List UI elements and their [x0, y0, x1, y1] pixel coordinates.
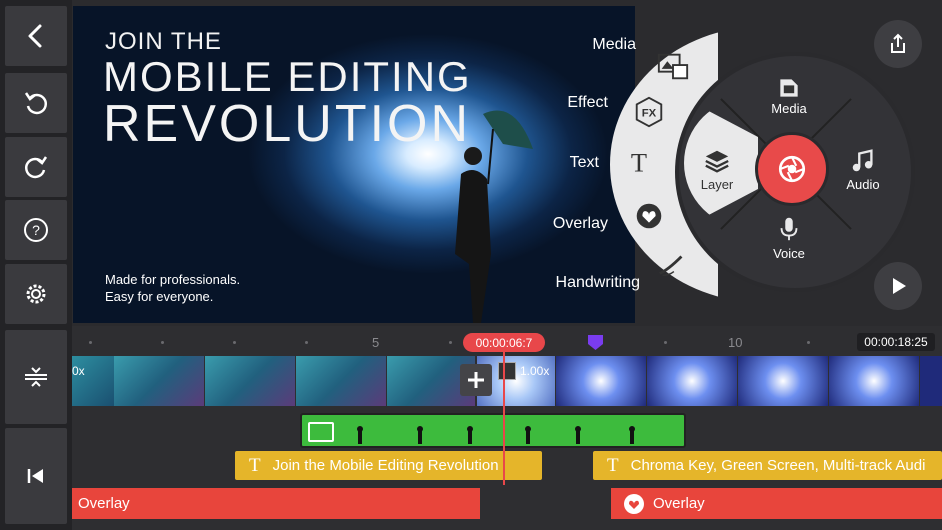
play-icon [893, 278, 906, 294]
film-clip-icon [498, 362, 516, 380]
text-t-icon[interactable]: T [621, 144, 657, 180]
play-button[interactable] [874, 262, 922, 310]
camera-shutter-icon [778, 155, 806, 183]
text-layer-label: Join the Mobile Editing Revolution [272, 457, 499, 474]
text-layer-clip[interactable]: T Join the Mobile Editing Revolution [235, 451, 542, 480]
redo-icon [24, 156, 48, 179]
ruler-mark-10: 10 [728, 335, 743, 350]
help-button[interactable]: ? [5, 200, 67, 260]
back-button[interactable] [5, 6, 67, 66]
overlay-sticker-icon [624, 493, 644, 514]
ruler-tick [233, 341, 236, 344]
wheel-layer-label[interactable]: Layer [677, 177, 757, 192]
ruler-tick [161, 341, 164, 344]
wheel-media-label[interactable]: Media [749, 101, 829, 116]
marker-bookmark-icon[interactable] [587, 334, 604, 351]
settings-button[interactable] [5, 264, 67, 324]
video-thumbnail [920, 356, 942, 406]
layer-stack-icon[interactable] [697, 146, 737, 176]
menu-text-label[interactable]: Text [479, 154, 599, 172]
back-arrow-icon [28, 24, 42, 48]
clip-speed-right: 1.00x [520, 364, 550, 378]
current-time-indicator[interactable]: 00:00:06:7 [463, 333, 545, 352]
preview-headline-1: JOIN THE [105, 28, 222, 55]
clip-speed-left: 0x [72, 364, 85, 378]
overlay-layer-label: Overlay [78, 495, 130, 512]
total-duration: 00:00:18:25 [857, 333, 935, 351]
video-thumbnail [556, 356, 646, 406]
green-screen-thumbnails [357, 426, 635, 444]
svg-text:FX: FX [642, 108, 657, 120]
jump-to-start-button[interactable] [5, 428, 67, 524]
overlay-sticker-icon[interactable] [631, 198, 667, 234]
add-clip-button[interactable] [460, 364, 492, 396]
video-thumbnail [647, 356, 737, 406]
text-layer-label: Chroma Key, Green Screen, Multi-track Au… [630, 457, 926, 474]
share-icon [891, 33, 905, 53]
video-thumbnail [114, 356, 204, 406]
video-thumbnail [738, 356, 828, 406]
film-layer-icon [308, 422, 334, 442]
track-height-button[interactable] [5, 330, 67, 424]
wheel-voice-label[interactable]: Voice [749, 246, 829, 261]
menu-overlay-label[interactable]: Overlay [488, 215, 608, 233]
svg-text:?: ? [32, 222, 40, 238]
expand-tracks-icon [25, 367, 47, 387]
preview-subtitle-2: Easy for everyone. [105, 289, 214, 304]
video-thumbnail [296, 356, 386, 406]
playhead[interactable] [503, 352, 505, 485]
video-thumbnail [205, 356, 295, 406]
handwriting-pen-icon[interactable] [654, 246, 690, 282]
left-toolbar: ? [0, 0, 72, 530]
undo-icon [24, 92, 48, 115]
text-t-icon: T [249, 454, 261, 476]
preview-subtitle: Made for professionals. Easy for everyon… [105, 271, 240, 305]
ruler-tick [664, 341, 667, 344]
plus-icon [468, 372, 484, 388]
overlay-layer-label: Overlay [653, 495, 705, 512]
svg-text:T: T [631, 147, 647, 177]
menu-media-label[interactable]: Media [516, 36, 636, 54]
gear-icon [26, 284, 46, 304]
overlay-layer-clip[interactable]: Overlay [611, 488, 942, 519]
record-button[interactable] [755, 132, 829, 206]
media-film-icon[interactable] [769, 73, 809, 103]
ruler-mark-5: 5 [372, 335, 380, 350]
wheel-audio-label[interactable]: Audio [823, 177, 903, 192]
microphone-icon[interactable] [769, 214, 809, 244]
text-layer-clip[interactable]: T Chroma Key, Green Screen, Multi-track … [593, 451, 942, 480]
skip-start-icon [27, 469, 43, 483]
text-t-icon: T [607, 454, 619, 476]
ruler-tick [305, 341, 308, 344]
fx-effect-icon[interactable]: FX [631, 94, 667, 130]
main-video-track[interactable]: 0x 1.00x [72, 356, 942, 406]
ruler-tick [807, 341, 810, 344]
ruler-tick [89, 341, 92, 344]
menu-effect-label[interactable]: Effect [488, 94, 608, 112]
share-button[interactable] [874, 20, 922, 68]
undo-button[interactable] [5, 73, 67, 133]
menu-handwriting-label[interactable]: Handwriting [520, 274, 640, 292]
media-image-icon[interactable] [655, 48, 691, 84]
preview-headline-3: REVOLUTION [103, 95, 472, 153]
music-note-icon[interactable] [843, 146, 883, 176]
preview-subtitle-1: Made for professionals. [105, 272, 241, 287]
help-icon: ? [24, 218, 48, 242]
video-thumbnail [829, 356, 919, 406]
chroma-key-video-layer[interactable] [300, 413, 686, 448]
overlay-layer-clip[interactable]: Overlay [72, 488, 480, 519]
woman-umbrella-silhouette [455, 110, 533, 323]
ruler-tick [449, 341, 452, 344]
redo-button[interactable] [5, 137, 67, 197]
